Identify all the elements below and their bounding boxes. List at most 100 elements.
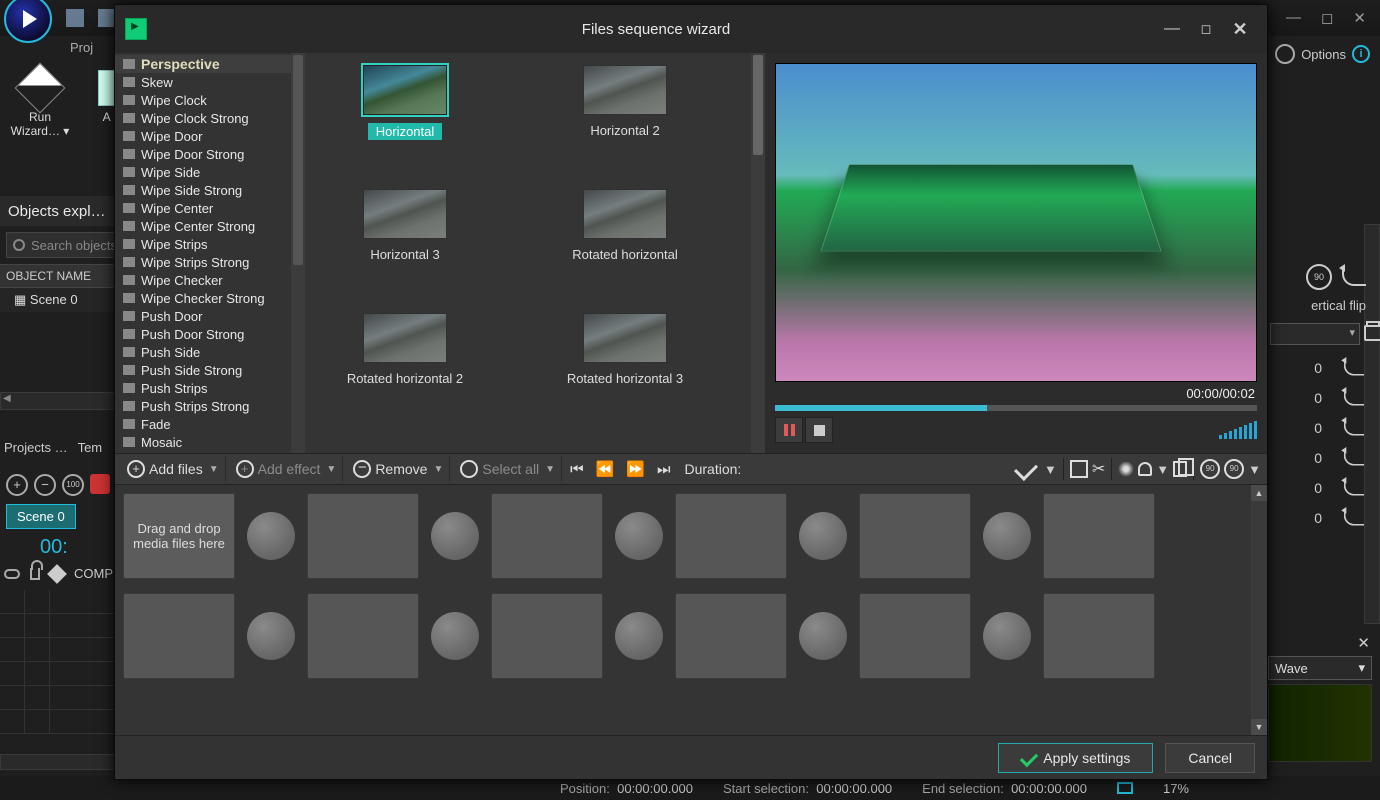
add-files-button[interactable]: +Add files▼ [121, 456, 226, 482]
tree-item[interactable]: Skew [115, 73, 305, 91]
rotate-90-icon[interactable]: 90 [1306, 264, 1332, 290]
transition-thumb[interactable]: Horizontal [325, 59, 485, 183]
tree-item[interactable]: Wipe Clock Strong [115, 109, 305, 127]
tree-item[interactable]: Wipe Side Strong [115, 181, 305, 199]
tag-icon[interactable] [47, 564, 67, 584]
info-icon[interactable]: i [1352, 45, 1370, 63]
rotate-cw-icon[interactable]: 90 [1224, 459, 1244, 479]
wizard-maximize-icon[interactable]: ◻ [1189, 21, 1223, 37]
add-effect-button[interactable]: +Add effect▼ [230, 456, 344, 482]
options-label[interactable]: Options [1301, 47, 1346, 62]
record-icon[interactable] [90, 474, 110, 494]
timeline-scene-tab[interactable]: Scene 0 [6, 504, 76, 529]
transition-thumb[interactable]: Horizontal 3 [325, 183, 485, 307]
media-slot[interactable] [307, 493, 419, 579]
rewind-icon[interactable]: ⏪ [592, 460, 619, 478]
transition-placeholder-icon[interactable] [247, 612, 295, 660]
main-close-icon[interactable]: ✕ [1353, 9, 1366, 27]
media-slot[interactable] [491, 593, 603, 679]
drop-hint-slot[interactable]: Drag and drop media files here [123, 493, 235, 579]
volume-icon[interactable] [1219, 421, 1257, 439]
fit-icon[interactable] [1117, 782, 1133, 794]
wizard-titlebar[interactable]: Files sequence wizard — ◻ ✕ [115, 5, 1267, 53]
preview-progress[interactable] [775, 405, 1257, 411]
main-maximize-icon[interactable]: ◻ [1321, 9, 1333, 27]
tree-item[interactable]: Wipe Side [115, 163, 305, 181]
tree-item[interactable]: Push Strips Strong [115, 397, 305, 415]
transition-placeholder-icon[interactable] [799, 512, 847, 560]
tree-item[interactable]: Wipe Strips Strong [115, 253, 305, 271]
wizard-close-icon[interactable]: ✕ [1223, 19, 1257, 40]
media-slot[interactable] [123, 593, 235, 679]
main-minimize-icon[interactable]: — [1286, 9, 1301, 27]
tree-item[interactable]: Push Side [115, 343, 305, 361]
reset-icon[interactable] [1344, 450, 1364, 465]
goto-end-icon[interactable]: ⏭ [653, 461, 675, 478]
run-wizard-button[interactable]: Run Wizard… ▾ [6, 70, 74, 138]
reset-icon[interactable] [1344, 420, 1364, 435]
crop-icon[interactable] [1070, 460, 1088, 478]
zoom-in-icon[interactable]: + [6, 474, 28, 496]
reset-icon[interactable] [1342, 268, 1366, 286]
tree-item[interactable]: Push Door Strong [115, 325, 305, 343]
zoom-100-icon[interactable]: 100 [62, 474, 84, 496]
zoom-out-icon[interactable]: − [34, 474, 56, 496]
panel-close-icon[interactable]: ✕ [1260, 632, 1380, 654]
remove-button[interactable]: −Remove▼ [347, 456, 450, 482]
ribbon-tab[interactable]: Proj [70, 40, 93, 55]
tree-item[interactable]: Push Side Strong [115, 361, 305, 379]
tree-scrollbar[interactable] [291, 53, 305, 453]
transition-placeholder-icon[interactable] [431, 612, 479, 660]
thumbs-scrollbar[interactable] [751, 53, 765, 453]
tree-item[interactable]: Wipe Center [115, 199, 305, 217]
tree-item[interactable]: Wipe Strips [115, 235, 305, 253]
cut-icon[interactable]: ✂ [1092, 459, 1105, 479]
tab-projects[interactable]: Projects … [4, 440, 68, 455]
visibility-icon[interactable] [4, 569, 20, 579]
reset-icon[interactable] [1344, 510, 1364, 525]
media-slot[interactable] [675, 593, 787, 679]
wizard-minimize-icon[interactable]: — [1155, 20, 1189, 38]
lock-icon[interactable] [30, 568, 40, 580]
gear-icon[interactable] [1275, 44, 1295, 64]
tree-item[interactable]: Wipe Clock [115, 91, 305, 109]
tree-item[interactable]: Wipe Checker Strong [115, 289, 305, 307]
apply-settings-button[interactable]: Apply settings [998, 743, 1153, 773]
tree-item[interactable]: Wipe Door [115, 127, 305, 145]
tab-templates[interactable]: Tem [78, 440, 103, 455]
transition-thumb[interactable]: Horizontal 2 [545, 59, 705, 183]
transition-placeholder-icon[interactable] [983, 512, 1031, 560]
tree-item[interactable]: Push Strips [115, 379, 305, 397]
forward-icon[interactable]: ⏩ [622, 460, 649, 478]
transition-thumb[interactable]: Rotated horizontal [545, 183, 705, 307]
goto-start-icon[interactable]: ⏮ [566, 461, 588, 478]
pause-button[interactable] [775, 417, 803, 443]
media-slot[interactable] [307, 593, 419, 679]
media-strip[interactable]: Drag and drop media files here ▲▼ [115, 485, 1267, 735]
media-slot[interactable] [1043, 593, 1155, 679]
media-slot[interactable] [1043, 493, 1155, 579]
media-slot[interactable] [491, 493, 603, 579]
transition-placeholder-icon[interactable] [615, 612, 663, 660]
transition-placeholder-icon[interactable] [799, 612, 847, 660]
media-slot[interactable] [675, 493, 787, 579]
tree-item[interactable]: Push Door [115, 307, 305, 325]
tree-item[interactable]: Wipe Checker [115, 271, 305, 289]
qat-icon[interactable] [66, 9, 84, 27]
reset-icon[interactable] [1344, 390, 1364, 405]
transition-placeholder-icon[interactable] [983, 612, 1031, 660]
transition-placeholder-icon[interactable] [431, 512, 479, 560]
select-all-button[interactable]: Select all▼ [454, 456, 562, 482]
copy-icon[interactable] [1173, 461, 1187, 477]
folder-icon[interactable] [1364, 325, 1380, 341]
transition-tree[interactable]: Perspective SkewWipe ClockWipe Clock Str… [115, 53, 305, 453]
chevron-down-icon[interactable]: ▼ [1044, 462, 1057, 477]
transition-thumb[interactable]: Rotated horizontal 3 [545, 307, 705, 431]
media-slot[interactable] [859, 493, 971, 579]
tree-item[interactable]: Fade [115, 415, 305, 433]
property-combo[interactable] [1270, 323, 1360, 345]
strip-scrollbar[interactable]: ▲▼ [1251, 485, 1267, 735]
cancel-button[interactable]: Cancel [1165, 743, 1255, 773]
media-slot[interactable] [859, 593, 971, 679]
transition-placeholder-icon[interactable] [615, 512, 663, 560]
